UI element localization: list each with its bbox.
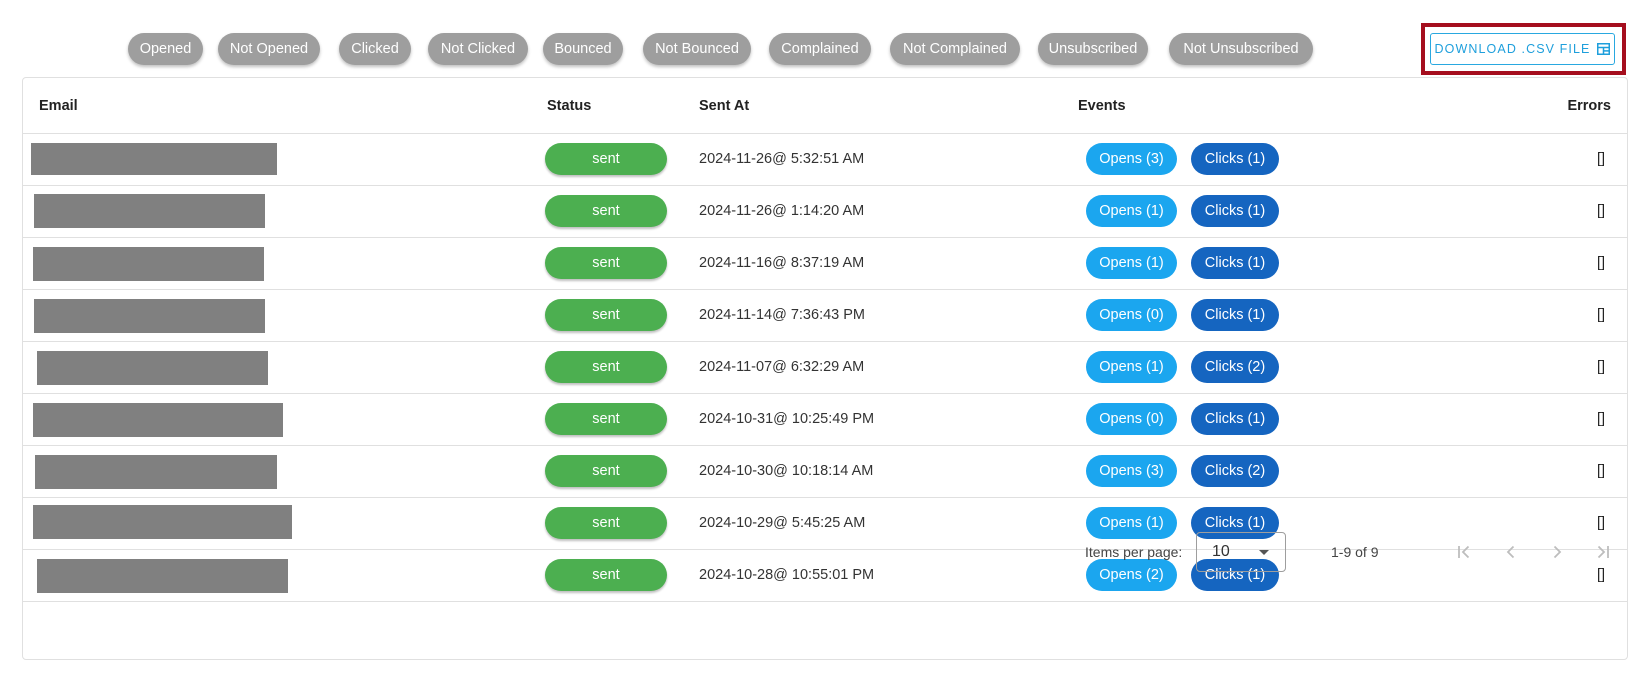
last-page-icon: [1597, 545, 1609, 559]
header-sent-at: Sent At: [699, 98, 750, 114]
opens-event-button[interactable]: Opens (3): [1086, 143, 1177, 175]
clicks-event-button[interactable]: Clicks (2): [1191, 351, 1279, 383]
header-email: Email: [39, 98, 78, 114]
sent-at-value: 2024-10-30@ 10:18:14 AM: [699, 463, 874, 479]
first-page-button[interactable]: [1452, 540, 1476, 564]
table-row: sent 2024-10-30@ 10:18:14 AM Opens (3) C…: [23, 446, 1627, 498]
opens-event-button[interactable]: Opens (1): [1086, 351, 1177, 383]
clicks-event-button[interactable]: Clicks (2): [1191, 455, 1279, 487]
sent-at-value: 2024-11-14@ 7:36:43 PM: [699, 307, 865, 323]
download-csv-button[interactable]: DOWNLOAD .CSV FILE: [1430, 33, 1615, 65]
opens-event-button[interactable]: Opens (1): [1086, 247, 1177, 279]
dropdown-arrow-icon: [1259, 550, 1269, 555]
opens-event-button[interactable]: Opens (0): [1086, 299, 1177, 331]
redacted-email: [31, 143, 277, 175]
status-badge: sent: [545, 507, 667, 539]
status-badge: sent: [545, 351, 667, 383]
status-badge: sent: [545, 299, 667, 331]
clicks-event-button[interactable]: Clicks (1): [1191, 143, 1279, 175]
status-badge: sent: [545, 247, 667, 279]
page-range-label: 1-9 of 9: [1331, 544, 1379, 560]
redacted-email: [33, 247, 264, 281]
filter-chip-clicked[interactable]: Clicked: [339, 33, 411, 65]
table-row: sent 2024-11-26@ 1:14:20 AM Opens (1) Cl…: [23, 186, 1627, 238]
errors-value: []: [1596, 255, 1605, 271]
next-page-button[interactable]: [1545, 540, 1569, 564]
items-per-page-select[interactable]: 10: [1196, 532, 1286, 572]
items-per-page-label: Items per page:: [1085, 544, 1183, 560]
redacted-email: [33, 403, 283, 437]
table-row: sent 2024-10-29@ 5:45:25 AM Opens (1) Cl…: [23, 498, 1627, 550]
clicks-event-button[interactable]: Clicks (1): [1191, 403, 1279, 435]
sent-at-value: 2024-11-07@ 6:32:29 AM: [699, 359, 865, 375]
errors-value: []: [1596, 411, 1605, 427]
header-errors: Errors: [1567, 98, 1611, 114]
header-status: Status: [547, 98, 592, 114]
filter-chip-unsubscribed[interactable]: Unsubscribed: [1038, 33, 1148, 65]
redacted-email: [37, 351, 268, 385]
errors-value: []: [1596, 463, 1605, 479]
status-badge: sent: [545, 559, 667, 591]
errors-value: []: [1596, 307, 1605, 323]
filter-chip-bounced[interactable]: Bounced: [543, 33, 623, 65]
clicks-event-button[interactable]: Clicks (1): [1191, 195, 1279, 227]
redacted-email: [37, 559, 288, 593]
status-badge: sent: [545, 403, 667, 435]
chevron-left-icon: [1506, 545, 1515, 559]
filter-chip-not-opened[interactable]: Not Opened: [218, 33, 320, 65]
email-log-table: Email Status Sent At Events Errors sent …: [22, 77, 1628, 660]
header-events: Events: [1078, 98, 1126, 114]
table-row: sent 2024-11-07@ 6:32:29 AM Opens (1) Cl…: [23, 342, 1627, 394]
table-row: sent 2024-11-16@ 8:37:19 AM Opens (1) Cl…: [23, 238, 1627, 290]
status-badge: sent: [545, 143, 667, 175]
last-page-button[interactable]: [1591, 540, 1615, 564]
opens-event-button[interactable]: Opens (1): [1086, 195, 1177, 227]
filter-chip-complained[interactable]: Complained: [769, 33, 871, 65]
table-row: sent 2024-10-28@ 10:55:01 PM Opens (2) C…: [23, 550, 1627, 602]
clicks-event-button[interactable]: Clicks (1): [1191, 247, 1279, 279]
filter-chip-not-clicked[interactable]: Not Clicked: [428, 33, 528, 65]
sent-at-value: 2024-10-31@ 10:25:49 PM: [699, 411, 875, 427]
table-icon: [1597, 43, 1611, 55]
errors-value: []: [1596, 567, 1605, 583]
redacted-email: [35, 455, 277, 489]
sent-at-value: 2024-10-29@ 5:45:25 AM: [699, 515, 866, 531]
opens-event-button[interactable]: Opens (3): [1086, 455, 1177, 487]
status-badge: sent: [545, 195, 667, 227]
sent-at-value: 2024-11-26@ 5:32:51 AM: [699, 151, 865, 167]
table-header: Email Status Sent At Events Errors: [23, 78, 1627, 134]
opens-event-button[interactable]: Opens (0): [1086, 403, 1177, 435]
redacted-email: [33, 505, 292, 539]
redacted-email: [34, 299, 265, 333]
filter-chip-not-complained[interactable]: Not Complained: [890, 33, 1020, 65]
filter-chip-not-bounced[interactable]: Not Bounced: [643, 33, 751, 65]
table-row: sent 2024-11-14@ 7:36:43 PM Opens (0) Cl…: [23, 290, 1627, 342]
table-row: sent 2024-10-31@ 10:25:49 PM Opens (0) C…: [23, 394, 1627, 446]
opens-event-button[interactable]: Opens (2): [1086, 559, 1177, 591]
errors-value: []: [1596, 151, 1605, 167]
chevron-right-icon: [1553, 545, 1562, 559]
items-per-page-value: 10: [1212, 543, 1230, 560]
errors-value: []: [1596, 515, 1605, 531]
errors-value: []: [1596, 359, 1605, 375]
download-csv-label: DOWNLOAD .CSV FILE: [1434, 42, 1591, 56]
clicks-event-button[interactable]: Clicks (1): [1191, 299, 1279, 331]
filter-chip-opened[interactable]: Opened: [128, 33, 203, 65]
sent-at-value: 2024-11-26@ 1:14:20 AM: [699, 203, 865, 219]
status-badge: sent: [545, 455, 667, 487]
sent-at-value: 2024-10-28@ 10:55:01 PM: [699, 567, 875, 583]
redacted-email: [34, 194, 265, 228]
opens-event-button[interactable]: Opens (1): [1086, 507, 1177, 539]
previous-page-button[interactable]: [1499, 540, 1523, 564]
errors-value: []: [1596, 203, 1605, 219]
table-row: sent 2024-11-26@ 5:32:51 AM Opens (3) Cl…: [23, 134, 1627, 186]
filter-chip-not-unsubscribed[interactable]: Not Unsubscribed: [1169, 33, 1313, 65]
sent-at-value: 2024-11-16@ 8:37:19 AM: [699, 255, 865, 271]
first-page-icon: [1458, 545, 1470, 559]
